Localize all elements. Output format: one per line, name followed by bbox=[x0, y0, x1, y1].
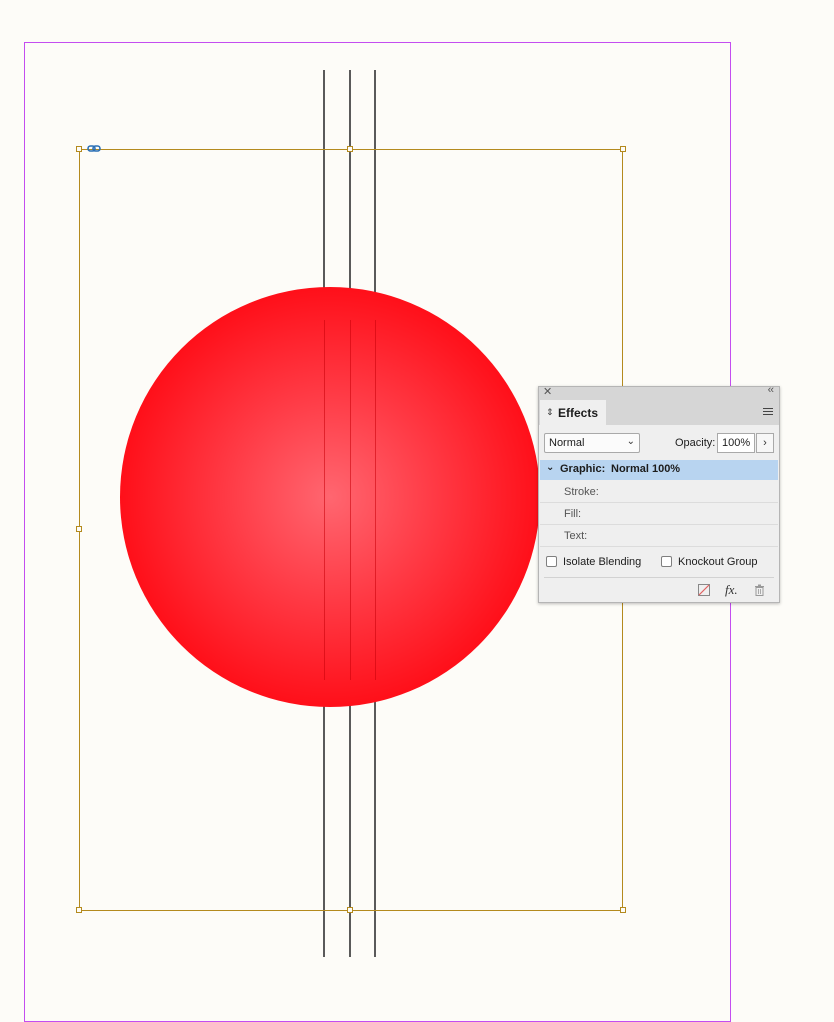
isolate-blending-label: Isolate Blending bbox=[563, 556, 642, 568]
fill-label: Fill: bbox=[564, 508, 582, 520]
tab-effects-label: Effects bbox=[558, 406, 599, 420]
red-sphere-graphic[interactable] bbox=[120, 287, 540, 707]
frame-handle-top-center[interactable] bbox=[347, 146, 353, 152]
knockout-group-label: Knockout Group bbox=[678, 556, 758, 568]
chevron-down-icon[interactable]: ⌄ bbox=[546, 462, 554, 473]
panel-titlebar[interactable]: ✕ ‹‹ bbox=[539, 384, 779, 399]
stroke-label: Stroke: bbox=[564, 486, 599, 498]
frame-handle-bottom-right[interactable] bbox=[620, 907, 626, 913]
opacity-label: Opacity: bbox=[675, 437, 716, 449]
line-overlay-3 bbox=[375, 320, 376, 680]
text-label: Text: bbox=[564, 530, 588, 542]
clear-effects-icon[interactable] bbox=[698, 584, 710, 596]
line-overlay-1 bbox=[324, 320, 325, 680]
graphic-value: Normal 100% bbox=[611, 463, 681, 475]
link-icon[interactable] bbox=[87, 144, 101, 153]
frame-handle-middle-left[interactable] bbox=[76, 526, 82, 532]
opacity-input[interactable]: 100% bbox=[717, 433, 755, 453]
frame-handle-bottom-left[interactable] bbox=[76, 907, 82, 913]
panel-menu-icon[interactable] bbox=[763, 408, 773, 416]
graphic-label: Graphic: bbox=[560, 463, 606, 475]
effects-panel: ✕ ‹‹ ⇕ Effects Normal ⌄ Opacity: 100% › … bbox=[538, 384, 780, 603]
footer-divider bbox=[544, 577, 774, 578]
opacity-slider-button[interactable]: › bbox=[756, 433, 774, 453]
fill-row[interactable]: Fill: bbox=[540, 503, 778, 525]
frame-handle-top-right[interactable] bbox=[620, 146, 626, 152]
panel-tab-strip: ⇕ Effects bbox=[539, 399, 779, 427]
chevron-down-icon: ⌄ bbox=[626, 436, 635, 447]
trash-icon[interactable] bbox=[754, 584, 765, 596]
text-row[interactable]: Text: bbox=[540, 525, 778, 547]
knockout-group-checkbox[interactable] bbox=[661, 556, 672, 567]
isolate-blending-checkbox[interactable] bbox=[546, 556, 557, 567]
graphic-row[interactable]: ⌄ Graphic: Normal 100% bbox=[540, 460, 778, 480]
close-icon[interactable]: ✕ bbox=[543, 385, 552, 398]
fx-icon[interactable]: fx. bbox=[725, 582, 738, 598]
blend-mode-value: Normal bbox=[549, 437, 585, 449]
blend-mode-select[interactable]: Normal ⌄ bbox=[544, 433, 640, 453]
stroke-row[interactable]: Stroke: bbox=[540, 481, 778, 503]
tab-arrows-icon: ⇕ bbox=[546, 407, 554, 417]
collapse-icon[interactable]: ‹‹ bbox=[768, 384, 774, 396]
frame-handle-bottom-center[interactable] bbox=[347, 907, 353, 913]
frame-handle-top-left[interactable] bbox=[76, 146, 82, 152]
line-overlay-2 bbox=[350, 320, 351, 680]
tab-effects[interactable]: ⇕ Effects bbox=[540, 400, 606, 427]
